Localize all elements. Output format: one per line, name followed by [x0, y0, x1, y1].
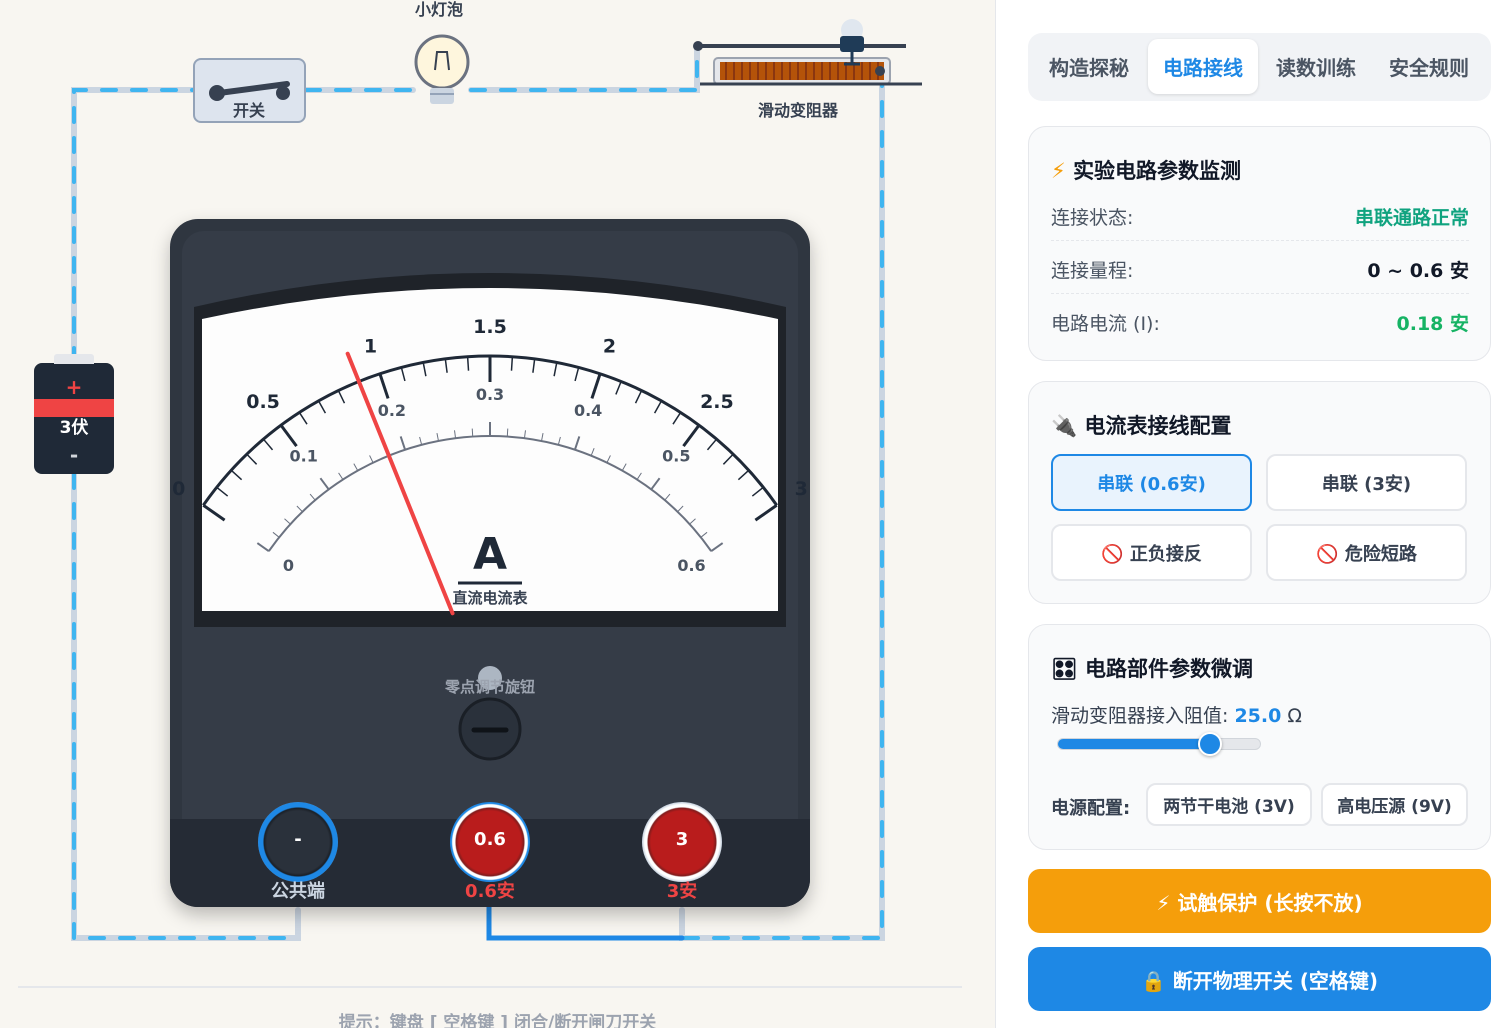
rheostat-icon: [693, 19, 922, 86]
tuning-card: 🎛 电路部件参数微调 滑动变阻器接入阻值: 25.0 Ω 电源配置: 两节干电池…: [1028, 624, 1491, 850]
inner-scale-label: 0.3: [476, 385, 504, 404]
status-key: 连接状态:: [1051, 207, 1134, 229]
plug-icon: 🔌: [1051, 414, 1078, 438]
zero-knob-label: 零点调节旋钮: [444, 678, 535, 696]
inner-tick: [506, 428, 509, 437]
rheostat[interactable]: [690, 18, 930, 98]
switch-label: 开关: [233, 101, 266, 120]
outer-scale-label: 1: [364, 335, 377, 357]
battery-voltage: 3伏: [59, 418, 89, 438]
keyboard-hint: 提示：键盘 [ 空格键 ] 闭合/断开闸刀开关: [338, 1013, 657, 1028]
rheostat-setting: 滑动变阻器接入阻值: 25.0 Ω: [1051, 701, 1302, 728]
power-label: 电源配置:: [1051, 798, 1131, 819]
inner-scale-label: 0.4: [574, 401, 602, 420]
wiring-short-circuit-button[interactable]: 🚫 危险短路: [1266, 524, 1467, 581]
disconnect-switch-button[interactable]: 🔒 断开物理开关 (空格键): [1028, 947, 1491, 1011]
outer-tick: [466, 356, 470, 371]
terminal-3-symbol: 3: [675, 829, 689, 850]
bulb: [413, 34, 471, 108]
inner-scale-label: 0.2: [378, 401, 406, 420]
rheostat-setting-unit: Ω: [1287, 705, 1302, 727]
battery: + 3伏 -: [34, 354, 114, 474]
terminal-common-symbol: -: [294, 829, 302, 850]
battery-plus: +: [65, 375, 83, 399]
status-value: 串联通路正常: [1354, 207, 1469, 229]
outer-scale-label: 2.5: [700, 391, 734, 413]
battery-cap: [54, 354, 94, 364]
inner-scale-label: 0.6: [677, 556, 705, 575]
outer-scale-label: 3: [795, 478, 808, 500]
terminal-3[interactable]: 3: [642, 802, 722, 882]
tuning-title-text: 电路部件参数微调: [1084, 657, 1253, 681]
wiring-title: 🔌 电流表接线配置: [1051, 410, 1231, 440]
inner-scale-label: 0: [283, 556, 294, 575]
lightning-icon: ⚡: [1051, 159, 1066, 183]
circuit-stage: 小灯泡 开关 滑动变阻器 + 3伏 - 0 0.5 1 1.5 2 2.5 3 …: [0, 0, 995, 1028]
wiring-card: 🔌 电流表接线配置 串联 (0.6安) 串联 (3安) 🚫 正负接反 🚫 危险短…: [1028, 381, 1491, 604]
outer-scale-label: 0.5: [246, 391, 280, 413]
knife-switch[interactable]: 开关: [193, 58, 306, 123]
meter-name: 直流电流表: [452, 589, 528, 607]
bulb-label: 小灯泡: [415, 0, 464, 19]
inner-scale-label: 0.1: [290, 447, 318, 466]
wiring-series-3-button[interactable]: 串联 (3安): [1266, 454, 1467, 511]
wiring-series-0.6-button[interactable]: 串联 (0.6安): [1051, 454, 1252, 511]
terminal-common[interactable]: -: [258, 802, 338, 882]
tab-wiring[interactable]: 电路接线: [1148, 39, 1258, 94]
tab-structure[interactable]: 构造探秘: [1034, 39, 1144, 94]
range-value: 0 ~ 0.6 安: [1367, 260, 1469, 282]
terminal-0.6-symbol: 0.6: [474, 829, 506, 850]
control-knobs-icon: 🎛: [1051, 657, 1078, 681]
ammeter: 0 0.5 1 1.5 2 2.5 3 0 0.1 0.2 0.3 0.4 0.5 0.6 A 直流电流…: [170, 219, 810, 907]
inner-tick: [471, 428, 474, 437]
outer-scale-label: 2: [603, 335, 616, 357]
current-key: 电路电流 (I):: [1051, 313, 1160, 335]
wiring-title-text: 电流表接线配置: [1084, 414, 1232, 438]
terminal-common-label: 公共端: [271, 881, 325, 902]
monitor-row-status: 连接状态: 串联通路正常: [1051, 191, 1469, 241]
wiring-reversed-button[interactable]: 🚫 正负接反: [1051, 524, 1252, 581]
terminal-0.6-label: 0.6安: [465, 881, 515, 902]
rheostat-setting-label: 滑动变阻器接入阻值:: [1051, 705, 1229, 727]
outer-scale-label: 0: [172, 478, 185, 500]
terminal-3-label: 3安: [666, 881, 698, 902]
rheostat-setting-value: 25.0: [1234, 705, 1282, 727]
inner-scale-label: 0.5: [662, 447, 690, 466]
power-3v-button[interactable]: 两节干电池 (3V): [1146, 783, 1312, 826]
hint-divider: [18, 986, 962, 988]
current-value: 0.18 安: [1396, 313, 1470, 335]
monitor-card: ⚡ 实验电路参数监测 连接状态: 串联通路正常 连接量程: 0 ~ 0.6 安 …: [1028, 126, 1491, 361]
monitor-title-text: 实验电路参数监测: [1073, 159, 1242, 183]
monitor-title: ⚡ 实验电路参数监测: [1051, 155, 1241, 185]
range-key: 连接量程:: [1051, 260, 1134, 282]
rheostat-slider-fill: [1058, 739, 1210, 749]
monitor-row-current: 电路电流 (I): 0.18 安: [1051, 297, 1469, 347]
monitor-row-range: 连接量程: 0 ~ 0.6 安: [1051, 244, 1469, 294]
rheostat-label: 滑动变阻器: [758, 101, 839, 120]
tab-safety[interactable]: 安全规则: [1374, 39, 1484, 94]
probe-protect-button[interactable]: ⚡ 试触保护 (长按不放): [1028, 869, 1491, 933]
tuning-title: 🎛 电路部件参数微调: [1051, 653, 1253, 683]
battery-minus: -: [69, 443, 79, 467]
power-9v-button[interactable]: 高电压源 (9V): [1321, 783, 1468, 826]
rheostat-slider-handle[interactable]: [1197, 732, 1222, 756]
rheostat-slider[interactable]: [1057, 732, 1261, 756]
terminal-0.6[interactable]: 0.6: [450, 802, 530, 882]
tab-bar: 构造探秘 电路接线 读数训练 安全规则: [1028, 33, 1491, 101]
outer-tick: [510, 356, 514, 371]
unit-symbol: A: [473, 529, 507, 580]
control-panel: 构造探秘 电路接线 读数训练 安全规则 ⚡ 实验电路参数监测 连接状态: 串联通…: [995, 0, 1506, 1028]
bulb-icon: [414, 34, 470, 104]
outer-scale-label: 1.5: [473, 316, 507, 338]
tab-reading[interactable]: 读数训练: [1261, 39, 1371, 94]
